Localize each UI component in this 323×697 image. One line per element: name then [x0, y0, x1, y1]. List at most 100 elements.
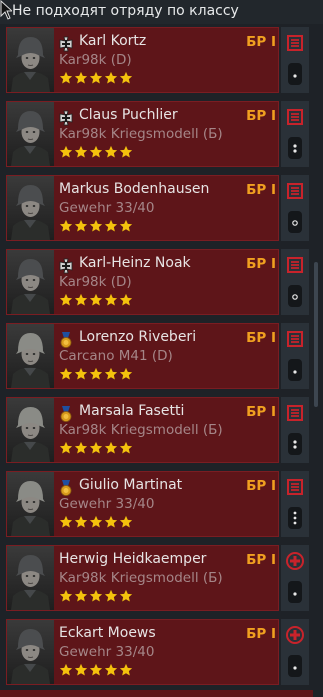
star-icon — [89, 71, 103, 84]
next-card-edge — [0, 690, 313, 697]
iron-cross-icon — [59, 36, 73, 52]
medal-icon — [60, 480, 72, 496]
soldier-actions — [281, 101, 309, 167]
soldier-weapon: Kar98k Kriegsmodell (Б) — [59, 126, 223, 142]
medic-cross-icon[interactable] — [285, 625, 305, 645]
star-icon — [119, 293, 133, 306]
slot-dots-icon — [293, 511, 297, 525]
soldier-name: Markus Bodenhausen — [59, 181, 210, 197]
soldier-portrait — [7, 620, 54, 684]
star-icon — [119, 367, 133, 380]
engineer-kit-icon[interactable] — [285, 329, 305, 349]
soldier-actions — [281, 175, 309, 241]
soldier-card[interactable]: Claus Puchlier Kar98k Kriegsmodell (Б) Б… — [6, 101, 279, 167]
star-icon — [59, 145, 73, 158]
star-icon — [119, 219, 133, 232]
soldier-actions — [281, 397, 309, 463]
soldier-weapon: Kar98k Kriegsmodell (Б) — [59, 422, 223, 438]
battle-rating-badge: БР I — [246, 182, 276, 198]
soldier-name: Lorenzo Riveberi — [79, 329, 197, 345]
engineer-kit-icon[interactable] — [285, 181, 305, 201]
soldier-portrait — [7, 546, 54, 610]
soldier-slot-indicator[interactable] — [288, 63, 302, 85]
soldier-weapon: Gewehr 33/40 — [59, 496, 155, 512]
engineer-kit-icon[interactable] — [285, 255, 305, 275]
star-icon — [104, 441, 118, 454]
soldier-card[interactable]: Karl Kortz Kar98k (D) БР I — [6, 27, 279, 93]
header-title: Не подходят отряду по классу — [12, 3, 239, 19]
soldier-slot-indicator[interactable] — [288, 581, 302, 603]
soldier-slot-indicator[interactable] — [288, 655, 302, 677]
engineer-kit-icon[interactable] — [285, 403, 305, 423]
scrollbar[interactable] — [313, 24, 319, 697]
star-icon — [104, 293, 118, 306]
star-icon — [89, 663, 103, 676]
mouse-cursor-icon — [0, 0, 12, 20]
battle-rating-badge: БР I — [246, 404, 276, 420]
soldier-rating — [59, 514, 134, 530]
soldier-weapon: Gewehr 33/40 — [59, 644, 155, 660]
soldier-weapon: Gewehr 33/40 — [59, 200, 155, 216]
engineer-kit-icon[interactable] — [285, 33, 305, 53]
star-icon — [104, 367, 118, 380]
soldier-portrait — [7, 250, 54, 314]
soldier-name: Giulio Martinat — [79, 477, 183, 493]
star-icon — [89, 145, 103, 158]
soldier-weapon: Kar98k Kriegsmodell (Б) — [59, 570, 223, 586]
soldier-weapon: Kar98k (D) — [59, 52, 132, 68]
soldier-card[interactable]: Lorenzo Riveberi Carcano M41 (D) БР I — [6, 323, 279, 389]
soldier-slot-indicator[interactable] — [288, 433, 302, 455]
soldier-rating — [59, 218, 134, 234]
star-icon — [89, 293, 103, 306]
star-icon — [59, 441, 73, 454]
soldier-slot-indicator[interactable] — [288, 137, 302, 159]
star-icon — [59, 293, 73, 306]
iron-cross-icon — [59, 110, 73, 126]
star-icon — [119, 71, 133, 84]
scrollbar-thumb[interactable] — [314, 262, 318, 407]
battle-rating-badge: БР I — [246, 330, 276, 346]
engineer-kit-icon[interactable] — [285, 477, 305, 497]
soldier-card[interactable]: Karl-Heinz Noak Kar98k (D) БР I — [6, 249, 279, 315]
soldier-card[interactable]: Eckart Moews Gewehr 33/40 БР I — [6, 619, 279, 685]
star-icon — [74, 293, 88, 306]
soldier-name: Karl Kortz — [79, 33, 147, 49]
soldier-actions — [281, 619, 309, 685]
soldier-slot-indicator[interactable] — [288, 507, 302, 529]
soldier-card[interactable]: Markus Bodenhausen Gewehr 33/40 БР I — [6, 175, 279, 241]
soldier-slot-indicator[interactable] — [288, 359, 302, 381]
star-icon — [89, 589, 103, 602]
soldier-card[interactable]: Herwig Heidkaemper Kar98k Kriegsmodell (… — [6, 545, 279, 611]
engineer-kit-icon[interactable] — [285, 107, 305, 127]
slot-dots-icon — [292, 220, 298, 226]
soldier-card[interactable]: Marsala Fasetti Kar98k Kriegsmodell (Б) … — [6, 397, 279, 463]
soldier-rating — [59, 70, 134, 86]
battle-rating-badge: БР I — [246, 478, 276, 494]
slot-dots-icon — [293, 74, 297, 78]
star-icon — [119, 441, 133, 454]
soldier-name: Karl-Heinz Noak — [79, 255, 191, 271]
star-icon — [119, 589, 133, 602]
battle-rating-badge: БР I — [246, 256, 276, 272]
soldier-name: Marsala Fasetti — [79, 403, 185, 419]
star-icon — [59, 589, 73, 602]
star-icon — [74, 219, 88, 232]
star-icon — [59, 515, 73, 528]
battle-rating-badge: БР I — [246, 34, 276, 50]
star-icon — [104, 589, 118, 602]
soldier-rating — [59, 588, 134, 604]
star-icon — [104, 71, 118, 84]
star-icon — [59, 367, 73, 380]
soldier-card[interactable]: Giulio Martinat Gewehr 33/40 БР I — [6, 471, 279, 537]
soldier-actions — [281, 27, 309, 93]
soldier-actions — [281, 323, 309, 389]
star-icon — [89, 441, 103, 454]
star-icon — [59, 663, 73, 676]
soldier-slot-indicator[interactable] — [288, 285, 302, 307]
soldier-rating — [59, 144, 134, 160]
soldier-slot-indicator[interactable] — [288, 211, 302, 233]
soldier-rating — [59, 366, 134, 382]
star-icon — [119, 515, 133, 528]
slot-dots-icon — [293, 144, 297, 153]
medic-cross-icon[interactable] — [285, 551, 305, 571]
